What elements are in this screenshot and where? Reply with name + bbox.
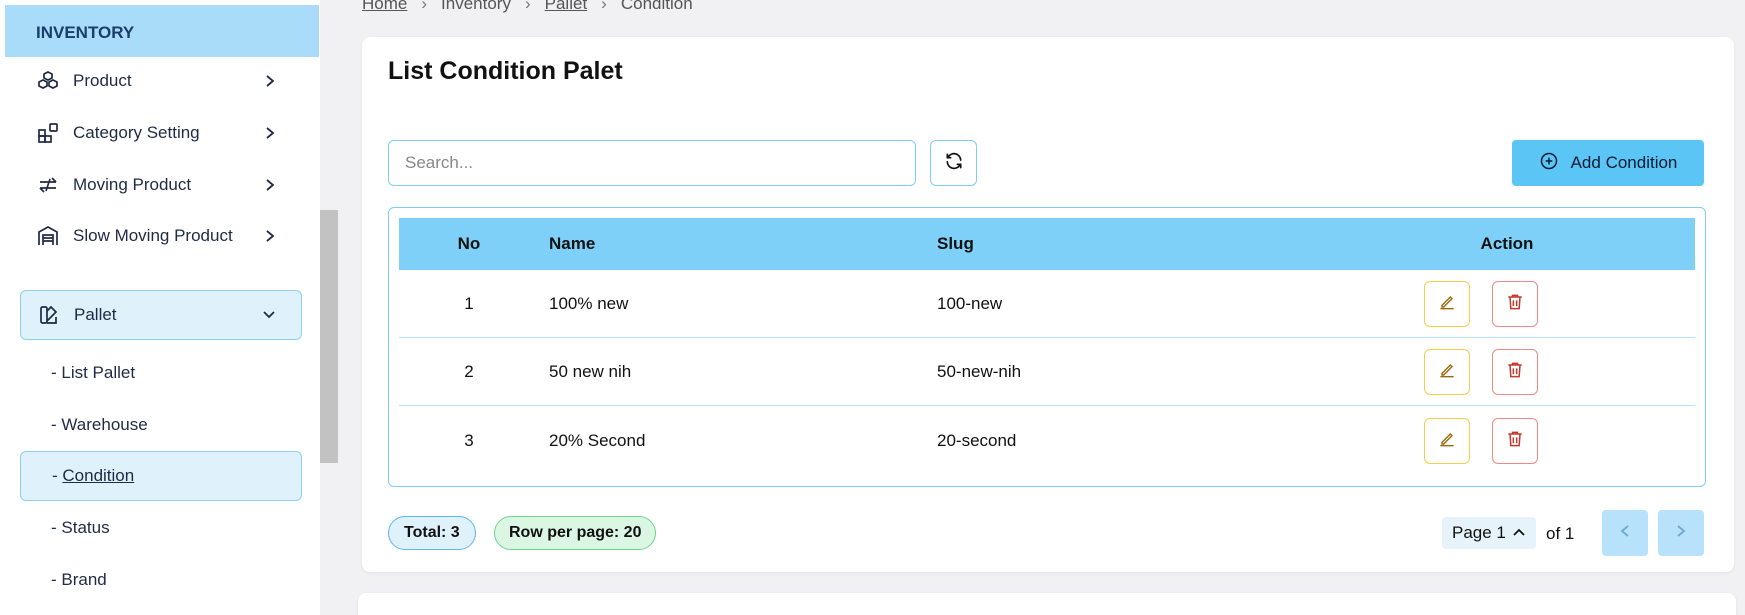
add-condition-button[interactable]: Add Condition: [1512, 140, 1704, 186]
sidebar-item-product[interactable]: Product: [20, 56, 302, 106]
boxes-icon: [36, 69, 60, 93]
cell-name: 50 new nih: [549, 362, 632, 381]
chevron-right-icon: [1675, 524, 1687, 543]
delete-button[interactable]: [1492, 418, 1538, 464]
breadcrumb-home[interactable]: Home: [362, 0, 407, 14]
cell-no: 2: [464, 362, 474, 381]
cell-slug: 100-new: [937, 294, 1003, 313]
table-row: 2 50 new nih 50-new-nih: [399, 338, 1695, 406]
sidebar-item-moving-product[interactable]: Moving Product: [20, 160, 302, 210]
delete-button[interactable]: [1492, 281, 1538, 327]
sidebar-item-slow-moving-product[interactable]: Slow Moving Product: [20, 211, 302, 261]
sidebar-scrollbar[interactable]: [320, 210, 338, 463]
search-input[interactable]: [388, 140, 916, 186]
breadcrumb-condition: Condition: [620, 0, 693, 13]
breadcrumb-pallet[interactable]: Pallet: [545, 0, 588, 14]
page-select-label: Page 1: [1452, 523, 1506, 542]
sidebar-subitem-condition[interactable]: - Condition: [20, 451, 302, 501]
pencil-icon: [1437, 360, 1457, 385]
sidebar-subitem-list-pallet[interactable]: - List Pallet: [20, 348, 302, 398]
trash-icon: [1505, 360, 1525, 385]
warehouse-icon: [36, 224, 60, 248]
table-row: 1 100% new 100-new: [399, 270, 1695, 338]
sidebar-item-label: Moving Product: [73, 175, 192, 194]
sidebar-subitem-label: - Status: [51, 518, 110, 537]
edit-button[interactable]: [1424, 281, 1470, 327]
pallet-icon: [37, 303, 61, 327]
edit-button[interactable]: [1424, 349, 1470, 395]
table-header: No Name Slug Action: [399, 218, 1695, 270]
page-select[interactable]: Page 1: [1442, 517, 1536, 549]
cell-slug: 50-new-nih: [937, 362, 1022, 381]
cell-name: 100% new: [549, 294, 629, 313]
sidebar-subitem-prefix: -: [52, 466, 63, 485]
breadcrumb: Home › Inventory › Pallet › Condition: [362, 0, 693, 14]
table-row: 3 20% Second 20-second: [399, 407, 1695, 475]
cell-no: 1: [464, 294, 474, 313]
trash-icon: [1505, 429, 1525, 454]
sidebar-subitem-status[interactable]: - Status: [20, 503, 302, 553]
pencil-icon: [1437, 292, 1457, 317]
sidebar-subitem-brand[interactable]: - Brand: [20, 555, 302, 605]
edit-button[interactable]: [1424, 418, 1470, 464]
sidebar-item-label: Pallet: [74, 305, 117, 324]
header-no: No: [457, 234, 481, 253]
sidebar-item-label: Category Setting: [73, 123, 200, 142]
chevron-right-icon: [260, 178, 280, 192]
chevron-up-icon: [1512, 523, 1526, 543]
next-page-button[interactable]: [1658, 510, 1704, 556]
main-card: List Condition Palet Add Condition No Na…: [362, 37, 1734, 572]
breadcrumb-separator-icon: ›: [601, 0, 607, 13]
condition-table: No Name Slug Action 1 100% new 100-new 2…: [388, 207, 1706, 487]
sidebar-item-label: Product: [73, 71, 132, 90]
chevron-right-icon: [260, 126, 280, 140]
sidebar-subitem-warehouse[interactable]: - Warehouse: [20, 400, 302, 450]
sidebar-subitem-label: - Warehouse: [51, 415, 148, 434]
secondary-card: [358, 593, 1736, 615]
sidebar-item-category-setting[interactable]: Category Setting: [20, 108, 302, 158]
breadcrumb-inventory: Inventory: [441, 0, 511, 13]
sidebar-subitem-label: Condition: [62, 466, 135, 485]
sidebar-subitem-label: - Brand: [51, 570, 107, 589]
cell-name: 20% Second: [549, 431, 646, 450]
trash-icon: [1505, 292, 1525, 317]
prev-page-button[interactable]: [1602, 510, 1648, 556]
delete-button[interactable]: [1492, 349, 1538, 395]
refresh-icon: [944, 151, 964, 176]
pencil-icon: [1437, 429, 1457, 454]
page-title: List Condition Palet: [388, 57, 623, 85]
breadcrumb-separator-icon: ›: [421, 0, 428, 13]
sidebar-item-pallet[interactable]: Pallet: [20, 290, 302, 340]
cell-slug: 20-second: [937, 431, 1017, 450]
header-action: Action: [1480, 234, 1534, 253]
chevron-right-icon: [260, 74, 280, 88]
category-grid-icon: [36, 121, 60, 145]
refresh-button[interactable]: [930, 140, 977, 186]
chevron-down-icon: [259, 309, 279, 321]
total-badge: Total: 3: [388, 516, 476, 550]
header-slug: Slug: [937, 234, 974, 253]
rows-per-page-badge: Row per page: 20: [494, 516, 657, 550]
sidebar-item-label: Slow Moving Product: [73, 226, 233, 245]
chevron-left-icon: [1619, 524, 1631, 543]
cell-no: 3: [464, 431, 474, 450]
add-condition-label: Add Condition: [1570, 153, 1678, 172]
chevron-right-icon: [260, 229, 280, 243]
sidebar-section-title: INVENTORY: [5, 5, 319, 57]
plus-circle-icon: [1539, 151, 1559, 176]
breadcrumb-separator-icon: ›: [524, 0, 531, 13]
sidebar-subitem-label: - List Pallet: [51, 363, 136, 382]
header-name: Name: [549, 234, 596, 253]
arrows-exchange-icon: [36, 173, 60, 197]
page-of-text: of 1: [1546, 524, 1575, 543]
